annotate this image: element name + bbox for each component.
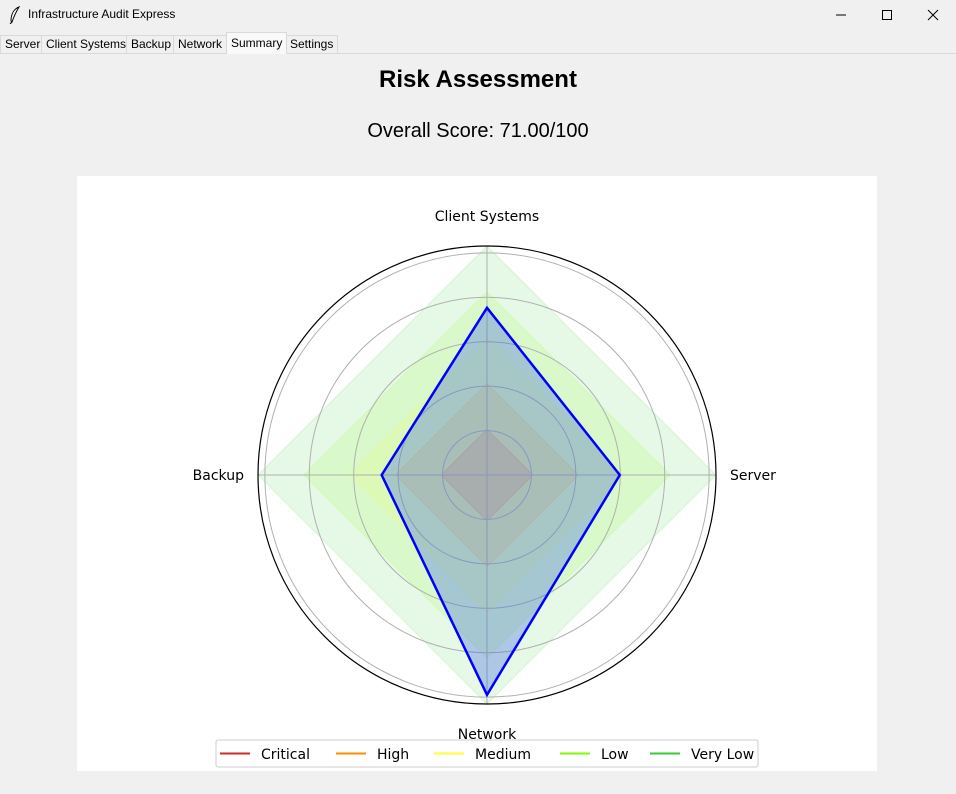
axis-label-backup: Backup: [193, 468, 244, 484]
risk-chart-panel: Server Client Systems Backup Network Critica…: [77, 176, 877, 771]
maximize-icon: [882, 10, 892, 20]
feather-icon: [9, 6, 21, 24]
page-title: Risk Assessment: [379, 66, 577, 93]
radar-chart: ServerClient SystemsBackupNetworkCritica…: [193, 209, 776, 768]
data-point-client-systems: [486, 307, 488, 309]
legend-label-low: Low: [601, 747, 629, 763]
close-button[interactable]: [910, 0, 956, 30]
data-point-server: [619, 474, 621, 476]
tab-backup[interactable]: Backup: [126, 35, 177, 53]
tab-client-systems[interactable]: Client Systems: [41, 35, 132, 53]
overall-score: Overall Score: 71.00/100: [367, 120, 589, 142]
minimize-button[interactable]: [818, 0, 864, 30]
axis-label-client-systems: Client Systems: [435, 209, 539, 225]
data-point-network: [486, 694, 488, 696]
legend-label-critical: Critical: [261, 747, 310, 763]
minimize-icon: [836, 14, 846, 16]
data-point-backup: [381, 474, 383, 476]
tab-server[interactable]: Server: [0, 35, 46, 53]
axis-label-server: Server: [730, 468, 776, 484]
legend-label-very-low: Very Low: [691, 747, 754, 763]
window-title: Infrastructure Audit Express: [28, 7, 176, 21]
close-icon: [927, 9, 939, 21]
title-bar: Infrastructure Audit Express: [0, 0, 956, 30]
legend-label-medium: Medium: [475, 747, 531, 763]
maximize-button[interactable]: [864, 0, 910, 30]
tab-bar: Server Client Systems Backup Network Sum…: [0, 32, 956, 54]
legend-label-high: High: [377, 747, 409, 763]
tab-settings[interactable]: Settings: [285, 35, 339, 53]
tab-network[interactable]: Network: [173, 35, 228, 53]
tab-summary[interactable]: Summary: [226, 32, 288, 54]
